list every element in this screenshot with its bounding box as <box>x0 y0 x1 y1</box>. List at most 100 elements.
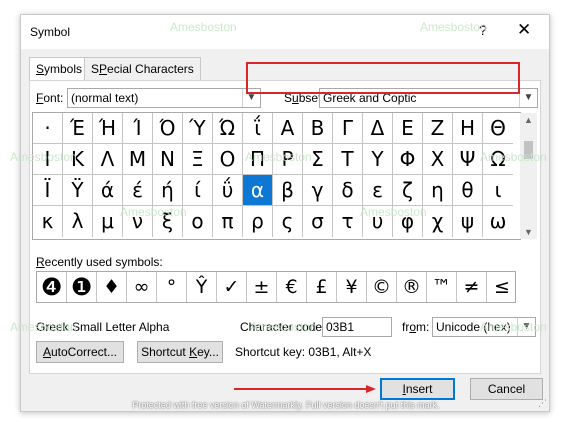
symbol-cell[interactable]: θ <box>453 175 483 206</box>
symbol-cell[interactable]: Κ <box>63 144 93 175</box>
recent-symbol-cell[interactable]: © <box>367 272 397 302</box>
symbol-cell[interactable]: Χ <box>423 144 453 175</box>
symbol-cell[interactable]: έ <box>123 175 153 206</box>
symbol-cell[interactable]: Φ <box>393 144 423 175</box>
symbol-cell[interactable]: Ί <box>123 113 153 144</box>
symbol-cell[interactable]: π <box>213 206 243 237</box>
symbol-cell[interactable]: κ <box>33 206 63 237</box>
symbol-cell[interactable]: Ψ <box>453 144 483 175</box>
symbol-cell[interactable]: Ζ <box>423 113 453 144</box>
recent-symbol-cell[interactable]: ✓ <box>217 272 247 302</box>
symbol-cell[interactable]: ε <box>363 175 393 206</box>
symbol-cell[interactable]: χ <box>423 206 453 237</box>
recent-symbol-cell[interactable]: ≠ <box>457 272 487 302</box>
symbol-cell[interactable]: ά <box>93 175 123 206</box>
tab-symbols-label: ymbols <box>44 62 83 76</box>
symbol-cell[interactable]: υ <box>363 206 393 237</box>
recent-symbol-cell[interactable]: ± <box>247 272 277 302</box>
recent-symbol-cell[interactable]: ♦ <box>97 272 127 302</box>
symbol-cell[interactable]: ψ <box>453 206 483 237</box>
symbol-cell[interactable]: μ <box>93 206 123 237</box>
font-label: Font: <box>36 91 64 105</box>
recent-symbol-cell[interactable]: ❹ <box>37 272 67 302</box>
symbol-cell[interactable]: · <box>33 113 63 144</box>
symbol-cell[interactable]: Γ <box>333 113 363 144</box>
recent-symbol-cell[interactable]: ™ <box>427 272 457 302</box>
scroll-down-icon[interactable]: ▼ <box>520 227 537 237</box>
recent-symbol-cell[interactable]: ® <box>397 272 427 302</box>
character-code-input[interactable]: 03B1 <box>322 317 392 337</box>
symbol-cell[interactable]: Μ <box>123 144 153 175</box>
symbol-cell[interactable]: Ρ <box>273 144 303 175</box>
symbol-cell[interactable]: Ϋ <box>63 175 93 206</box>
symbol-cell[interactable]: Ό <box>153 113 183 144</box>
cancel-button[interactable]: Cancel <box>470 378 543 400</box>
symbol-cell[interactable]: Ν <box>153 144 183 175</box>
scroll-up-icon[interactable]: ▲ <box>520 115 537 125</box>
symbol-cell[interactable]: Τ <box>333 144 363 175</box>
autocorrect-button[interactable]: AutoCorrect... <box>36 341 124 363</box>
symbol-cell[interactable]: Ω <box>483 144 513 175</box>
chevron-down-icon: ▼ <box>517 318 535 336</box>
symbol-cell[interactable]: ζ <box>393 175 423 206</box>
symbol-cell[interactable]: τ <box>333 206 363 237</box>
symbol-cell[interactable]: Υ <box>363 144 393 175</box>
recent-symbol-cell[interactable]: ∞ <box>127 272 157 302</box>
symbol-cell[interactable]: Π <box>243 144 273 175</box>
symbol-grid-scrollbar[interactable]: ▲ ▼ <box>520 113 537 239</box>
symbol-cell[interactable]: Α <box>273 113 303 144</box>
symbol-cell[interactable]: Ώ <box>213 113 243 144</box>
symbol-cell[interactable]: Ή <box>93 113 123 144</box>
symbol-cell[interactable]: Η <box>453 113 483 144</box>
symbol-cell[interactable]: Β <box>303 113 333 144</box>
symbol-cell[interactable]: σ <box>303 206 333 237</box>
tab-special-characters[interactable]: SPecial Characters <box>84 57 201 80</box>
tab-symbols[interactable]: Symbols <box>29 57 90 81</box>
symbol-cell[interactable]: Έ <box>63 113 93 144</box>
help-button[interactable]: ? <box>479 22 487 38</box>
symbol-cell[interactable]: λ <box>63 206 93 237</box>
symbol-cell[interactable]: Ο <box>213 144 243 175</box>
recent-symbol-cell[interactable]: ¥ <box>337 272 367 302</box>
recent-symbol-cell[interactable]: Ŷ <box>187 272 217 302</box>
symbol-cell[interactable]: α <box>243 175 273 206</box>
symbol-cell[interactable]: Ι <box>33 144 63 175</box>
symbol-cell[interactable]: Θ <box>483 113 513 144</box>
recent-symbol-cell[interactable]: ° <box>157 272 187 302</box>
symbol-cell[interactable]: Ύ <box>183 113 213 144</box>
symbol-cell[interactable]: Ε <box>393 113 423 144</box>
recent-symbol-cell[interactable]: £ <box>307 272 337 302</box>
font-select[interactable]: (normal text) ▼ <box>67 88 261 108</box>
symbol-cell[interactable]: ξ <box>153 206 183 237</box>
insert-button[interactable]: Insert <box>380 378 455 400</box>
symbol-cell[interactable]: δ <box>333 175 363 206</box>
symbol-cell[interactable]: ν <box>123 206 153 237</box>
symbol-cell[interactable]: β <box>273 175 303 206</box>
symbol-cell[interactable]: Λ <box>93 144 123 175</box>
symbol-cell[interactable]: ι <box>483 175 513 206</box>
symbol-cell[interactable]: ρ <box>243 206 273 237</box>
recent-symbol-cell[interactable]: € <box>277 272 307 302</box>
recent-symbol-cell[interactable]: ≤ <box>487 272 517 302</box>
symbol-cell[interactable]: ο <box>183 206 213 237</box>
symbol-cell[interactable]: Ϊ <box>33 175 63 206</box>
symbol-cell[interactable]: Δ <box>363 113 393 144</box>
shortcut-key-button[interactable]: Shortcut Key... <box>137 341 223 363</box>
symbol-cell[interactable]: η <box>423 175 453 206</box>
symbol-cell[interactable]: ΐ <box>243 113 273 144</box>
symbol-cell[interactable]: ί <box>183 175 213 206</box>
symbol-cell[interactable]: Σ <box>303 144 333 175</box>
symbol-cell[interactable]: γ <box>303 175 333 206</box>
symbol-cell[interactable]: φ <box>393 206 423 237</box>
symbol-cell[interactable]: ω <box>483 206 513 237</box>
symbol-cell[interactable]: ή <box>153 175 183 206</box>
recent-symbol-cell[interactable]: ❶ <box>67 272 97 302</box>
scrollbar-thumb[interactable] <box>524 141 533 159</box>
symbol-cell[interactable]: Ξ <box>183 144 213 175</box>
resize-grip-icon[interactable]: ⋰ <box>538 398 547 409</box>
close-button[interactable]: ✕ <box>517 20 531 40</box>
symbol-cell[interactable]: ΰ <box>213 175 243 206</box>
annotation-arrow <box>234 385 376 393</box>
from-select[interactable]: Unicode (hex) ▼ <box>432 317 536 337</box>
symbol-cell[interactable]: ς <box>273 206 303 237</box>
